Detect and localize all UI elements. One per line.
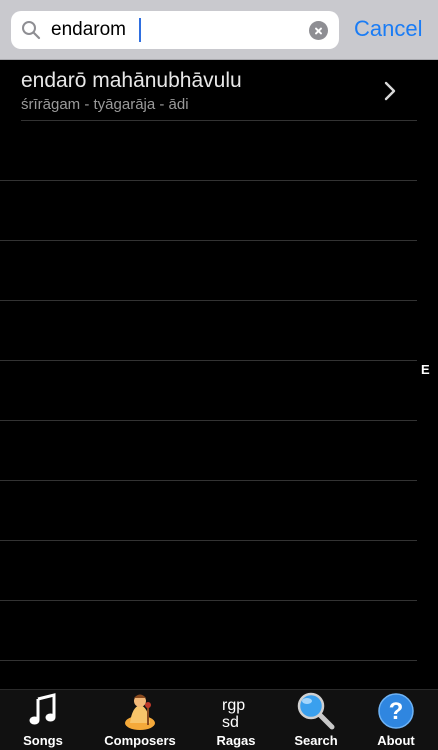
row-separator bbox=[0, 240, 417, 241]
tab-ragas[interactable]: rgp sd Ragas bbox=[200, 690, 272, 750]
search-header: Cancel bbox=[0, 0, 438, 60]
clear-icon[interactable] bbox=[309, 21, 328, 40]
row-separator bbox=[0, 480, 417, 481]
tab-bar: Songs Composers rgp sd Ragas Search ? Ab… bbox=[0, 689, 438, 750]
cancel-button[interactable]: Cancel bbox=[354, 14, 422, 44]
section-index-letter[interactable]: E bbox=[421, 362, 430, 377]
ragas-icon: rgp sd bbox=[222, 697, 245, 731]
composer-icon bbox=[125, 694, 155, 730]
tab-label: Search bbox=[294, 733, 338, 748]
tab-label: Ragas bbox=[216, 733, 256, 748]
tab-composers[interactable]: Composers bbox=[92, 690, 188, 750]
music-note-icon bbox=[29, 693, 56, 725]
results-list: endarō mahānubhāvulu śrīrāgam - tyāgarāj… bbox=[0, 61, 438, 689]
screen: Cancel endarō mahānubhāvulu śrīrāgam - t… bbox=[0, 0, 438, 750]
text-caret bbox=[139, 18, 141, 42]
search-input[interactable] bbox=[51, 15, 301, 45]
row-separator bbox=[21, 120, 417, 121]
help-icon: ? bbox=[378, 693, 414, 729]
song-title: endarō mahānubhāvulu bbox=[21, 69, 242, 92]
help-glyph: ? bbox=[389, 698, 404, 725]
row-separator bbox=[0, 300, 417, 301]
row-separator bbox=[0, 180, 417, 181]
tab-label: Songs bbox=[23, 733, 63, 748]
chevron-right-icon bbox=[384, 81, 396, 101]
search-icon bbox=[22, 21, 41, 40]
tab-search[interactable]: Search bbox=[280, 690, 352, 750]
magnifier-icon bbox=[297, 692, 335, 730]
row-separator bbox=[0, 600, 417, 601]
row-separator bbox=[0, 540, 417, 541]
ragas-glyph-bottom: sd bbox=[222, 714, 239, 731]
row-separator bbox=[0, 360, 417, 361]
row-separator bbox=[0, 660, 417, 661]
tab-about[interactable]: ? About bbox=[360, 690, 432, 750]
search-field[interactable] bbox=[11, 11, 339, 49]
tab-label: Composers bbox=[104, 733, 176, 748]
list-item[interactable]: endarō mahānubhāvulu śrīrāgam - tyāgarāj… bbox=[0, 61, 418, 120]
tab-songs[interactable]: Songs bbox=[0, 690, 86, 750]
song-subtitle: śrīrāgam - tyāgarāja - ādi bbox=[21, 96, 189, 113]
ragas-glyph-top: rgp bbox=[222, 697, 245, 714]
tab-label: About bbox=[377, 733, 415, 748]
row-separator bbox=[0, 420, 417, 421]
